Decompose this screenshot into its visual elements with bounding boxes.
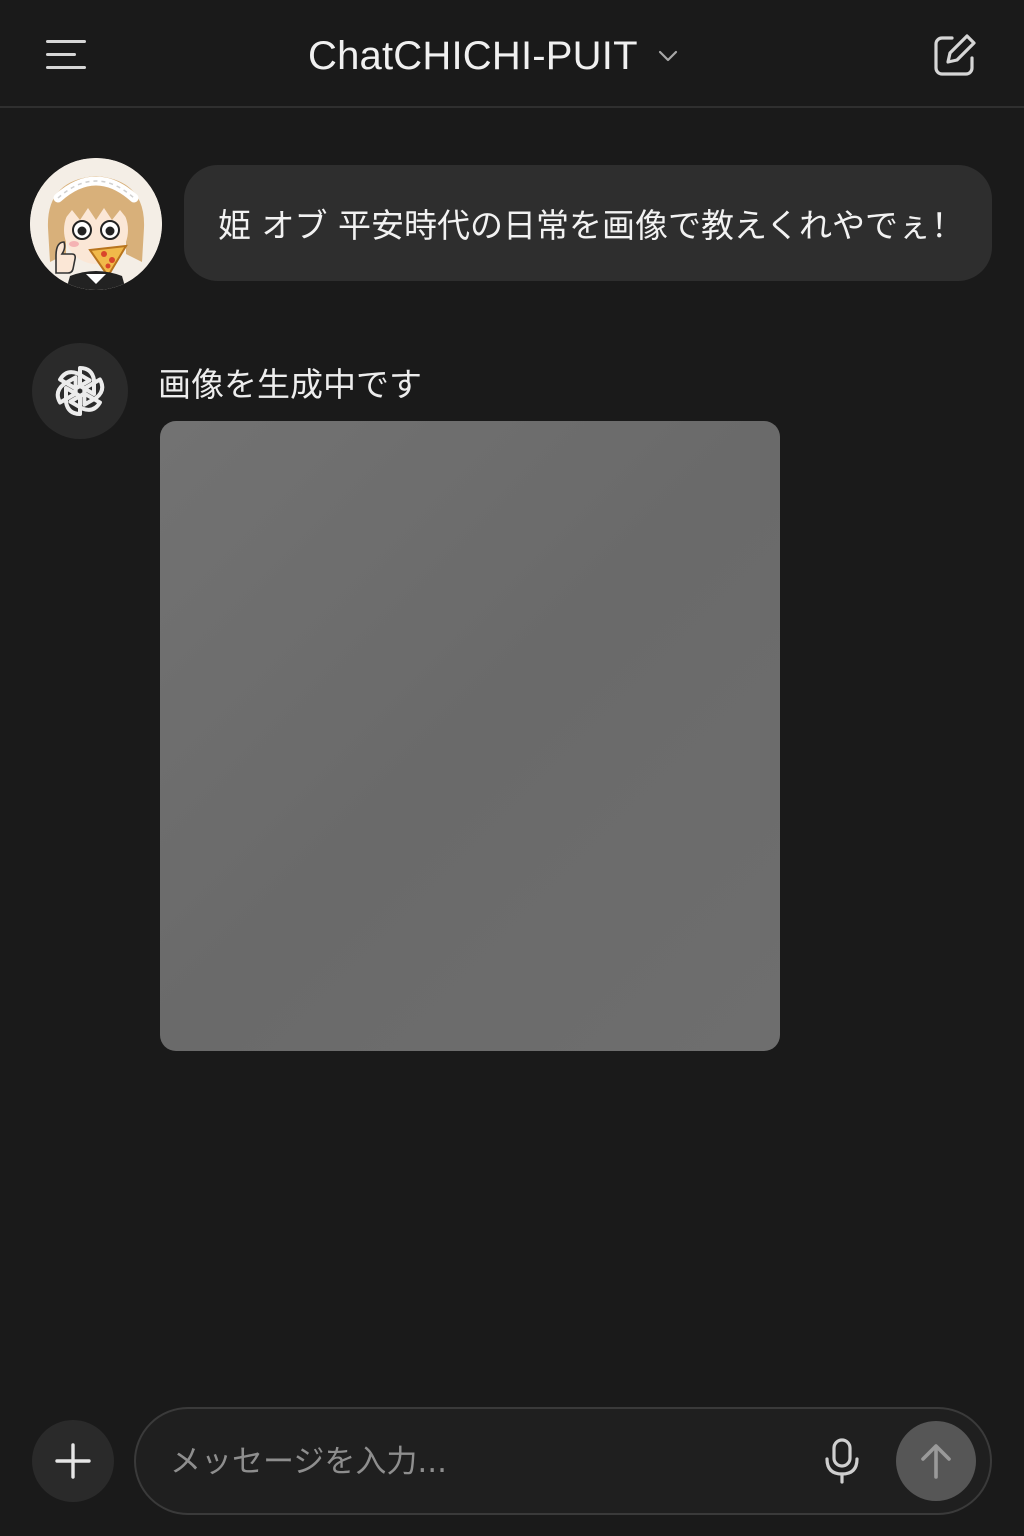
user-avatar-image	[30, 158, 162, 290]
chevron-down-icon	[658, 50, 677, 62]
message-composer	[134, 1407, 992, 1515]
user-message-text: 姫 オブ 平安時代の日常を画像で教えくれやでぇ！	[218, 206, 964, 245]
assistant-avatar	[32, 343, 128, 439]
hamburger-menu-icon	[46, 40, 86, 43]
new-chat-edit-icon[interactable]	[930, 30, 980, 80]
model-selector[interactable]: ChatCHICHI-PUIT	[308, 30, 680, 82]
chat-app: ChatCHICHI-PUIT 姫 オブ 平安時代の日常を画像で教えくれやでぇ！…	[0, 0, 1024, 1536]
add-attachment-button[interactable]	[32, 1420, 114, 1502]
avatar	[30, 158, 162, 290]
microphone-icon[interactable]	[822, 1437, 862, 1485]
message-input[interactable]	[168, 1435, 812, 1489]
generated-image-placeholder	[160, 421, 780, 1051]
menu-button[interactable]	[44, 36, 90, 74]
plus-icon	[55, 1443, 91, 1479]
generation-status-text: 画像を生成中です	[158, 365, 422, 404]
openai-logo-icon	[55, 366, 105, 416]
top-bar: ChatCHICHI-PUIT	[0, 0, 1024, 108]
arrow-up-icon	[921, 1444, 951, 1479]
app-title: ChatCHICHI-PUIT	[308, 33, 638, 78]
send-button[interactable]	[896, 1421, 976, 1501]
user-message-bubble: 姫 オブ 平安時代の日常を画像で教えくれやでぇ！	[184, 165, 992, 281]
